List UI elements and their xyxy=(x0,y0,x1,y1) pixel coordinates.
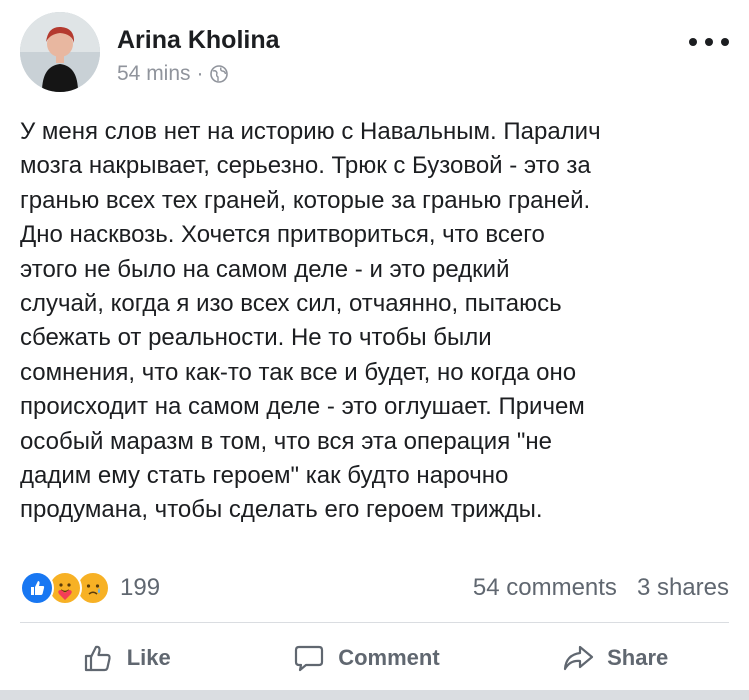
comment-bubble-icon xyxy=(295,645,324,672)
share-arrow-icon xyxy=(564,645,594,671)
reactions-count[interactable]: 199 xyxy=(120,574,160,602)
like-reaction-icon xyxy=(20,571,54,605)
avatar[interactable] xyxy=(20,12,100,92)
post-timestamp[interactable]: 54 mins xyxy=(117,62,191,86)
more-options-icon[interactable] xyxy=(689,34,729,50)
post-stats: 199 54 comments 3 shares xyxy=(20,566,729,606)
share-button[interactable]: Share xyxy=(561,634,668,682)
divider xyxy=(20,622,729,623)
post-text: У меня слов нет на историю с Навальным. … xyxy=(20,118,601,524)
thumbs-up-icon xyxy=(84,645,111,672)
comment-button[interactable]: Comment xyxy=(292,634,440,682)
feed-separator xyxy=(0,690,749,700)
globe-icon[interactable] xyxy=(209,65,228,83)
more-dot xyxy=(705,38,713,46)
more-dot xyxy=(689,38,697,46)
meta-separator: · xyxy=(196,62,204,85)
author-name[interactable]: Arina Kholina xyxy=(117,26,280,55)
shares-count[interactable]: 3 shares xyxy=(637,574,729,602)
comments-count[interactable]: 54 comments xyxy=(473,574,617,602)
like-label: Like xyxy=(126,645,171,670)
reactions-summary[interactable]: 199 xyxy=(20,571,160,605)
like-button[interactable]: Like xyxy=(81,634,171,682)
post-meta: 54 mins · xyxy=(117,62,228,86)
engagement-counts: 54 comments 3 shares xyxy=(473,574,729,602)
comment-label: Comment xyxy=(338,645,440,670)
more-dot xyxy=(721,38,729,46)
avatar-photo xyxy=(20,12,100,92)
action-bar: Like Comment Share xyxy=(20,634,729,682)
share-label: Share xyxy=(607,645,669,670)
post-header: Arina Kholina 54 mins · xyxy=(20,12,729,92)
post-card: Arina Kholina 54 mins · У меня слов нет … xyxy=(0,0,749,690)
